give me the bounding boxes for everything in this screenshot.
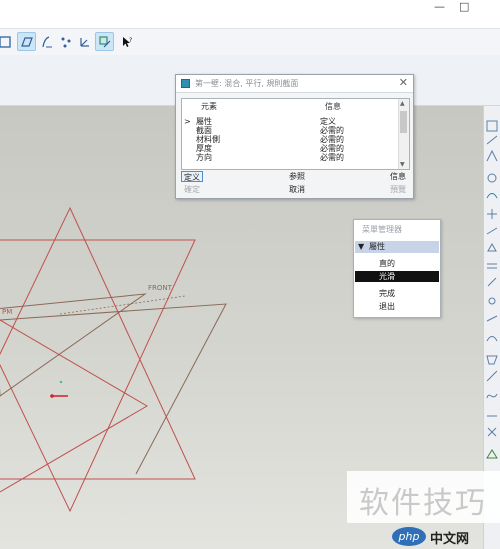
analysis-icon[interactable] bbox=[95, 32, 114, 51]
plane-label: PM bbox=[2, 308, 13, 316]
info-button[interactable]: 信息 bbox=[387, 171, 409, 182]
preview-button[interactable]: 預覽 bbox=[387, 184, 409, 195]
scroll-up-icon[interactable]: ▲ bbox=[400, 100, 405, 107]
list-item[interactable]: 材料側 必需的 bbox=[182, 135, 397, 144]
php-logo-icon: php bbox=[392, 527, 426, 546]
list-scrollbar[interactable]: ▲ ▼ bbox=[398, 99, 409, 169]
menu-item-done[interactable]: 完成 bbox=[355, 288, 439, 299]
help-cursor-icon[interactable]: ? bbox=[117, 32, 136, 51]
menu-item-quit[interactable]: 退出 bbox=[355, 301, 439, 312]
main-toolbar: ? bbox=[0, 28, 500, 55]
collapse-arrow-icon: ▼ bbox=[358, 242, 365, 251]
window-titlebar: — □ bbox=[0, 0, 500, 28]
watermark-logo: php 中文网 bbox=[390, 524, 500, 549]
dialog-title: 第一壁: 混合, 平行, 規則截面 bbox=[195, 79, 299, 88]
column-header-info: 信息 bbox=[325, 102, 341, 111]
close-icon[interactable]: ✕ bbox=[399, 76, 408, 89]
menu-item-smooth[interactable]: 光滑 bbox=[355, 271, 439, 282]
watermark-text: 软件技巧 bbox=[359, 486, 487, 521]
maximize-button[interactable]: □ bbox=[459, 0, 469, 13]
feature-dialog: 第一壁: 混合, 平行, 規則截面 ✕ 元素 信息 > 屬性 定义 截面 必需的… bbox=[175, 74, 414, 199]
menu-section-header[interactable]: ▼ 屬性 bbox=[355, 241, 439, 253]
menu-item-straight[interactable]: 直的 bbox=[355, 258, 439, 269]
element-list[interactable]: 元素 信息 > 屬性 定义 截面 必需的 材料側 必需的 厚度 必需的 方向 必… bbox=[181, 98, 410, 170]
datum-curve-icon[interactable] bbox=[37, 32, 56, 51]
define-button[interactable]: 定义 bbox=[181, 171, 203, 182]
sketch-icon[interactable] bbox=[0, 32, 14, 51]
scroll-down-icon[interactable]: ▼ bbox=[400, 161, 405, 168]
datum-label: FRONT bbox=[148, 284, 172, 292]
datum-plane-edge-2 bbox=[0, 303, 227, 475]
column-header-element: 元素 bbox=[201, 102, 217, 111]
list-item[interactable]: > 屬性 定义 bbox=[182, 117, 397, 126]
list-item[interactable]: 方向 必需的 bbox=[182, 153, 397, 162]
svg-text:?: ? bbox=[129, 37, 132, 44]
refs-button[interactable]: 参照 bbox=[285, 171, 309, 182]
cancel-button[interactable]: 取消 bbox=[285, 184, 309, 195]
minimize-button[interactable]: — bbox=[434, 0, 445, 13]
watermark-logo-text: 中文网 bbox=[430, 532, 470, 547]
plane-icon[interactable] bbox=[17, 32, 36, 51]
watermark-banner: 软件技巧 bbox=[347, 471, 500, 523]
scroll-thumb[interactable] bbox=[400, 111, 407, 133]
menu-title: 菜單管理器 bbox=[362, 225, 402, 234]
ok-button[interactable]: 確定 bbox=[181, 184, 203, 195]
dialog-app-icon bbox=[181, 79, 190, 88]
dialog-titlebar: 第一壁: 混合, 平行, 規則截面 ✕ bbox=[176, 75, 413, 93]
coord-system-icon[interactable] bbox=[75, 32, 94, 51]
list-item[interactable]: 截面 必需的 bbox=[182, 126, 397, 135]
menu-manager: 菜單管理器 ▼ 屬性 直的 光滑 完成 退出 bbox=[353, 219, 441, 318]
list-item[interactable]: 厚度 必需的 bbox=[182, 144, 397, 153]
datum-point-icon[interactable] bbox=[56, 32, 75, 51]
